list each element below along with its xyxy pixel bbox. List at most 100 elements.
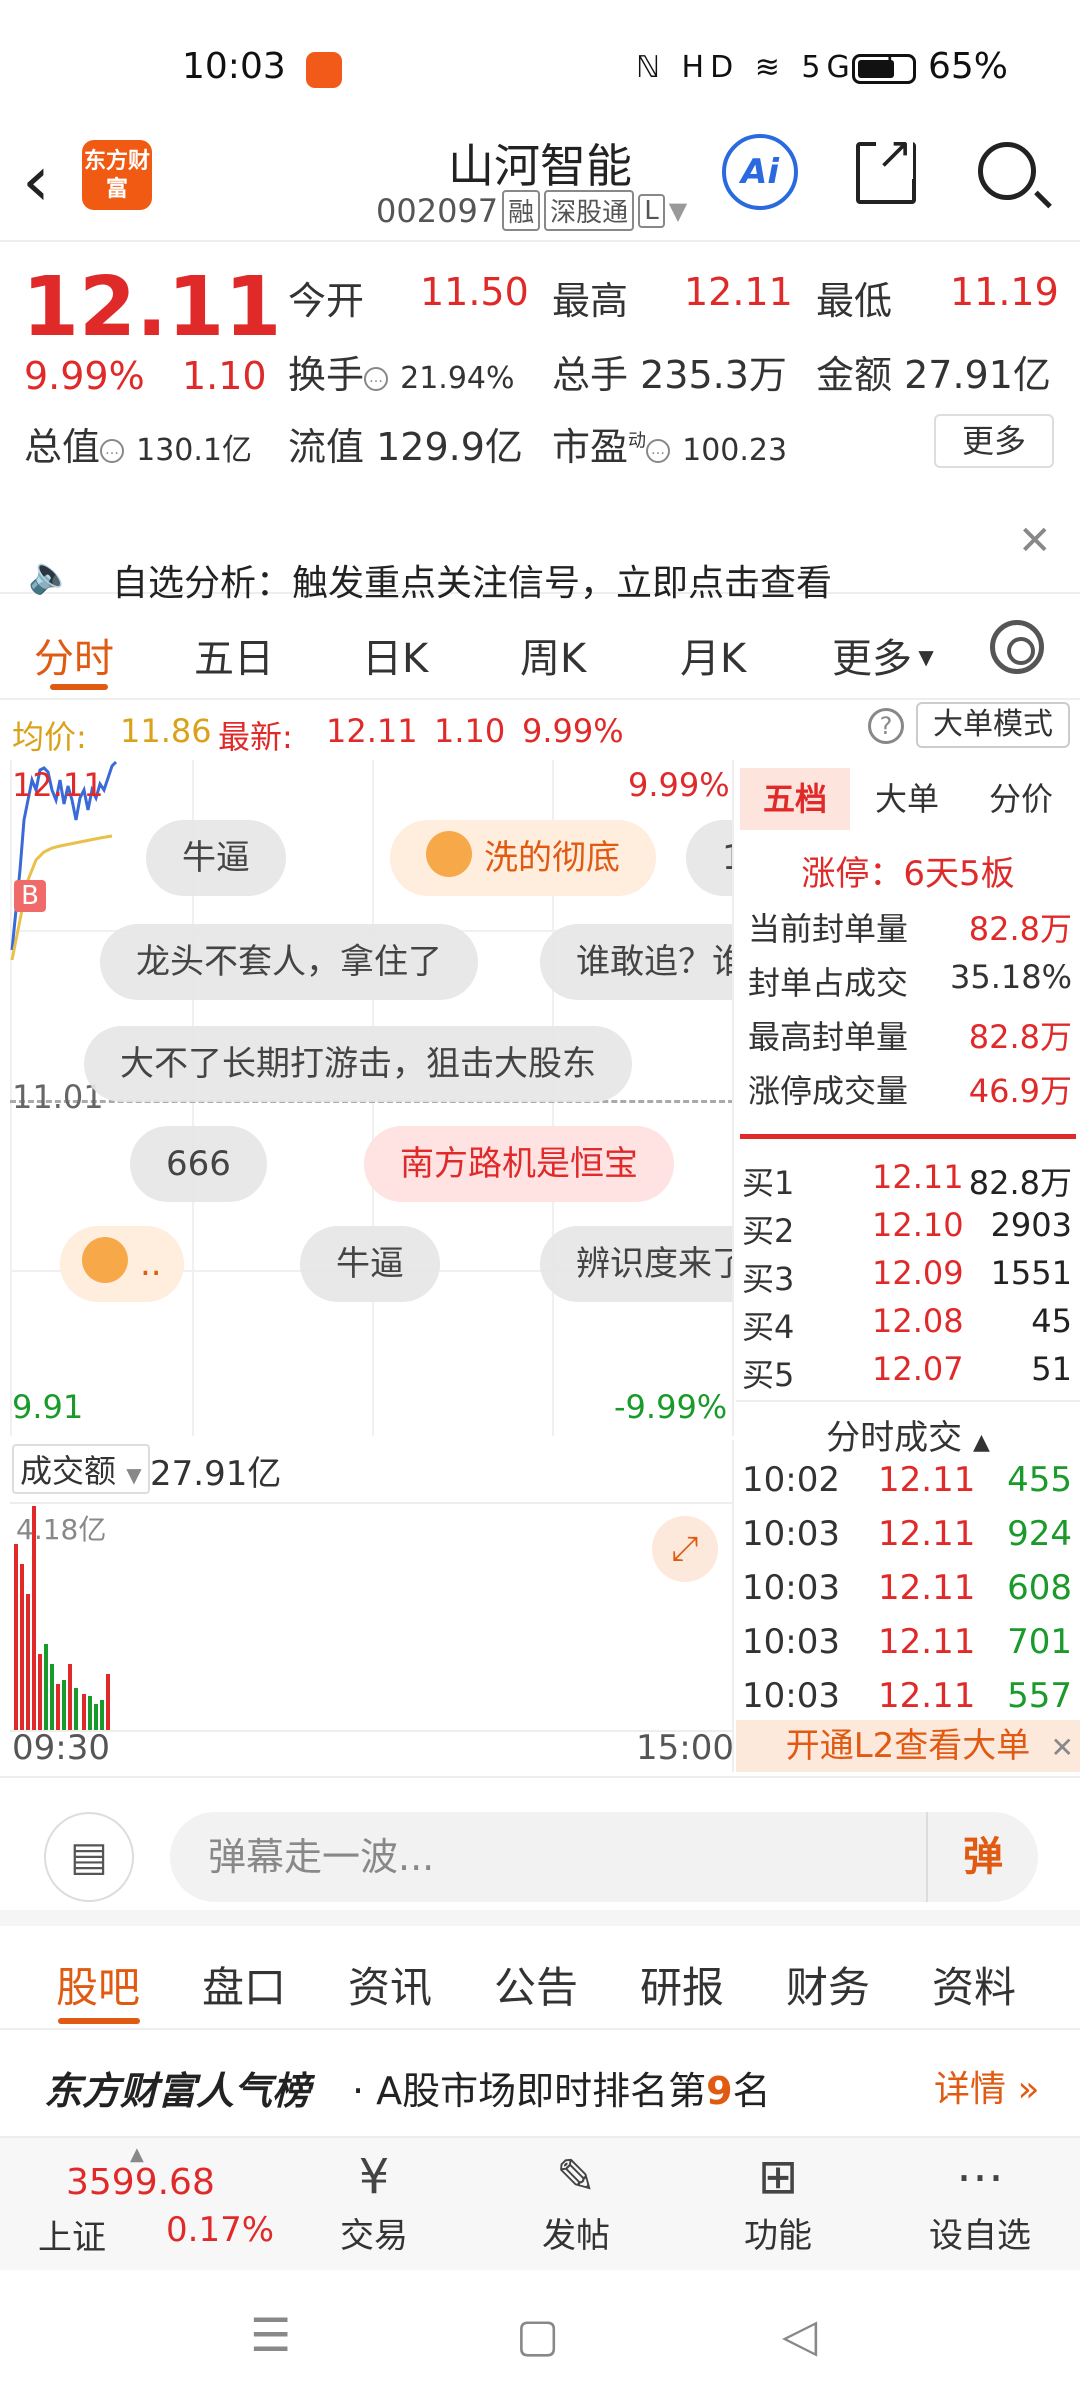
big-order-mode-button[interactable]: 大单模式 (916, 702, 1070, 748)
tick-volume: 557 (1007, 1676, 1072, 1716)
latest-percent: 9.99% (522, 712, 624, 750)
danmu-bullet[interactable]: 牛逼 (146, 820, 286, 896)
open-label: 今开 (288, 279, 365, 323)
tab-big-orders[interactable]: 大单 (850, 768, 964, 830)
tab-research[interactable]: 研报 (640, 1954, 724, 2015)
time-start: 09:30 (12, 1728, 110, 1768)
float-cap-field: 流值 129.9亿 (288, 416, 523, 471)
danmu-bullet[interactable]: 谁敢追？谁 (540, 924, 732, 1000)
pe-sup: 动 (628, 430, 647, 452)
volume-chart[interactable]: 成交额 ▼ 27.91亿 4.18亿 ⤢ 09:30 15:00 (0, 1440, 734, 1772)
danmu-settings-icon[interactable]: ▤ (44, 1812, 134, 1902)
tab-intraday[interactable]: 分时 (34, 626, 114, 684)
tab-announcements[interactable]: 公告 (494, 1954, 578, 2015)
danmu-bullet[interactable]: 龙头不套人，拿住了 (100, 924, 478, 1000)
menu-icon[interactable]: ☰ (250, 2308, 291, 2362)
chart-top-right-pct: 9.99% (628, 766, 730, 804)
tab-news[interactable]: 资讯 (348, 1954, 432, 2015)
stock-name: 山河智能 (448, 139, 632, 193)
system-nav-bar: ☰ ▢ ◁ (0, 2270, 1080, 2400)
tab-more[interactable]: 更多 ▼ (832, 626, 934, 684)
ai-assistant-button[interactable]: Ai (722, 134, 798, 210)
volume-selector-label: 成交额 (20, 1452, 117, 1490)
add-watchlist-button[interactable]: ⋯ 设自选 (920, 2146, 1040, 2257)
danmu-bullet[interactable]: 洗的彻底 (390, 820, 656, 896)
turnover-value: 21.94% (400, 361, 515, 396)
chart-bottom-right-pct: -9.99% (614, 1388, 728, 1426)
volume-selector[interactable]: 成交额 ▼ (12, 1444, 150, 1494)
post-button[interactable]: ✎ 发帖 (516, 2146, 636, 2257)
chevron-down-icon[interactable]: ▼ (669, 197, 687, 225)
pe-field: 市盈动… 100.23 (552, 416, 787, 471)
danmu-bullet[interactable]: 辨识度来了 (540, 1226, 732, 1302)
expand-icon[interactable]: ⤢ (652, 1516, 718, 1582)
functions-label: 功能 (744, 2216, 812, 2256)
tab-order-book[interactable]: 盘口 (202, 1954, 286, 2015)
tab-financials[interactable]: 财务 (786, 1954, 870, 2015)
close-icon[interactable]: ✕ (1018, 518, 1052, 564)
bid-volume: 82.8万 (968, 1164, 1072, 1202)
tab-forum[interactable]: 股吧 (56, 1954, 140, 2015)
rank-number: 9 (706, 2069, 733, 2113)
trade-icon: ¥ (358, 2149, 390, 2205)
l2-upgrade-button[interactable]: 开通L2查看大单 ✕ (736, 1720, 1080, 1772)
caret-down-icon: ▼ (912, 645, 934, 669)
limit-row: 当前封单量 82.8万 (748, 904, 1072, 950)
popularity-title: 东方财富人气榜 (44, 2069, 311, 2113)
back-nav-icon[interactable]: ◁ (782, 2308, 817, 2362)
volume-value: 235.3万 (640, 353, 787, 397)
popularity-banner[interactable]: 东方财富人气榜 · A股市场即时排名第9名 详情 » (0, 2032, 1080, 2132)
analysis-banner[interactable]: 🔈 自选分析：触发重点关注信号，立即点击查看 ✕ (0, 494, 1080, 604)
help-icon[interactable]: ? (868, 708, 904, 744)
danmu-bullet[interactable]: 大不了长期打游击，狙击大股东 (84, 1026, 632, 1102)
index-percent: 0.17% (166, 2210, 275, 2250)
popularity-rank-text: · A股市场即时排名第9名 (352, 2060, 771, 2115)
intraday-chart[interactable]: 12.11 9.99% 11.01 9.91 -9.99% B 牛逼 洗的彻底 … (0, 760, 734, 1436)
more-icon: ⋯ (956, 2149, 1004, 2205)
info-icon[interactable]: … (646, 439, 671, 463)
tab-five-day[interactable]: 五日 (194, 626, 274, 684)
danmu-bullet[interactable]: 666 (130, 1126, 267, 1202)
tick-trades-title[interactable]: 分时成交 ▲ (736, 1400, 1080, 1459)
bid-label: 买5 (742, 1356, 795, 1394)
bid-label: 买4 (742, 1308, 795, 1346)
tick-volume: 924 (1007, 1514, 1072, 1554)
market-cap-field: 总值… 130.1亿 (24, 416, 252, 471)
tab-weekly-k[interactable]: 周K (520, 626, 586, 684)
trade-button[interactable]: ¥ 交易 (314, 2146, 434, 2257)
share-icon[interactable] (856, 128, 916, 204)
banner-text[interactable]: 自选分析：触发重点关注信号，立即点击查看 (112, 554, 832, 606)
bid-price: 12.08 (872, 1302, 964, 1340)
tick-price: 12.11 (878, 1460, 976, 1500)
more-quote-button[interactable]: 更多 (934, 414, 1054, 468)
clock: 10:03 (182, 46, 286, 87)
danmu-bullet[interactable]: 牛逼 (300, 1226, 440, 1302)
info-icon[interactable]: … (364, 367, 389, 391)
close-icon[interactable]: ✕ (1051, 1722, 1074, 1774)
search-icon[interactable] (978, 142, 1036, 200)
buy-marker[interactable]: B (14, 880, 46, 912)
chart-tabs: 分时 五日 日K 周K 月K 更多 ▼ (0, 600, 1080, 700)
tab-price-dist[interactable]: 分价 (964, 768, 1078, 830)
danmu-bullet[interactable]: .. (60, 1226, 184, 1302)
details-link[interactable]: 详情 » (934, 2060, 1039, 2112)
functions-button[interactable]: ⊞ 功能 (718, 2146, 838, 2257)
tab-more-label: 更多 (832, 636, 912, 682)
info-icon[interactable]: … (100, 439, 125, 463)
quote-panel: 12.11 9.99% 1.10 今开 11.50 最高 12.11 最低 11… (0, 244, 1080, 490)
tab-daily-k[interactable]: 日K (362, 626, 428, 684)
tab-monthly-k[interactable]: 月K (680, 626, 746, 684)
volume-total: 27.91亿 (150, 1454, 282, 1494)
danmu-send-button[interactable]: 弹 (926, 1812, 1038, 1902)
home-icon[interactable]: ▢ (516, 2308, 559, 2362)
gear-icon[interactable] (990, 620, 1044, 674)
status-bar: 10:03 ℕ HD ≋ 5G ıl 65% (0, 0, 1080, 130)
info-tabs: 股吧 盘口 资讯 公告 研报 财务 资料 (0, 1930, 1080, 2030)
danmu-bullet[interactable]: 南方路机是恒宝 (364, 1126, 674, 1202)
tab-profile[interactable]: 资料 (932, 1954, 1016, 2015)
float-cap-label: 流值 (288, 425, 365, 469)
index-value[interactable]: 3599.68 (66, 2162, 215, 2203)
tab-five-levels[interactable]: 五档 (740, 768, 850, 830)
danmu-input[interactable]: 弹幕走一波... (170, 1812, 1038, 1902)
market-cap-label: 总值 (24, 425, 101, 469)
